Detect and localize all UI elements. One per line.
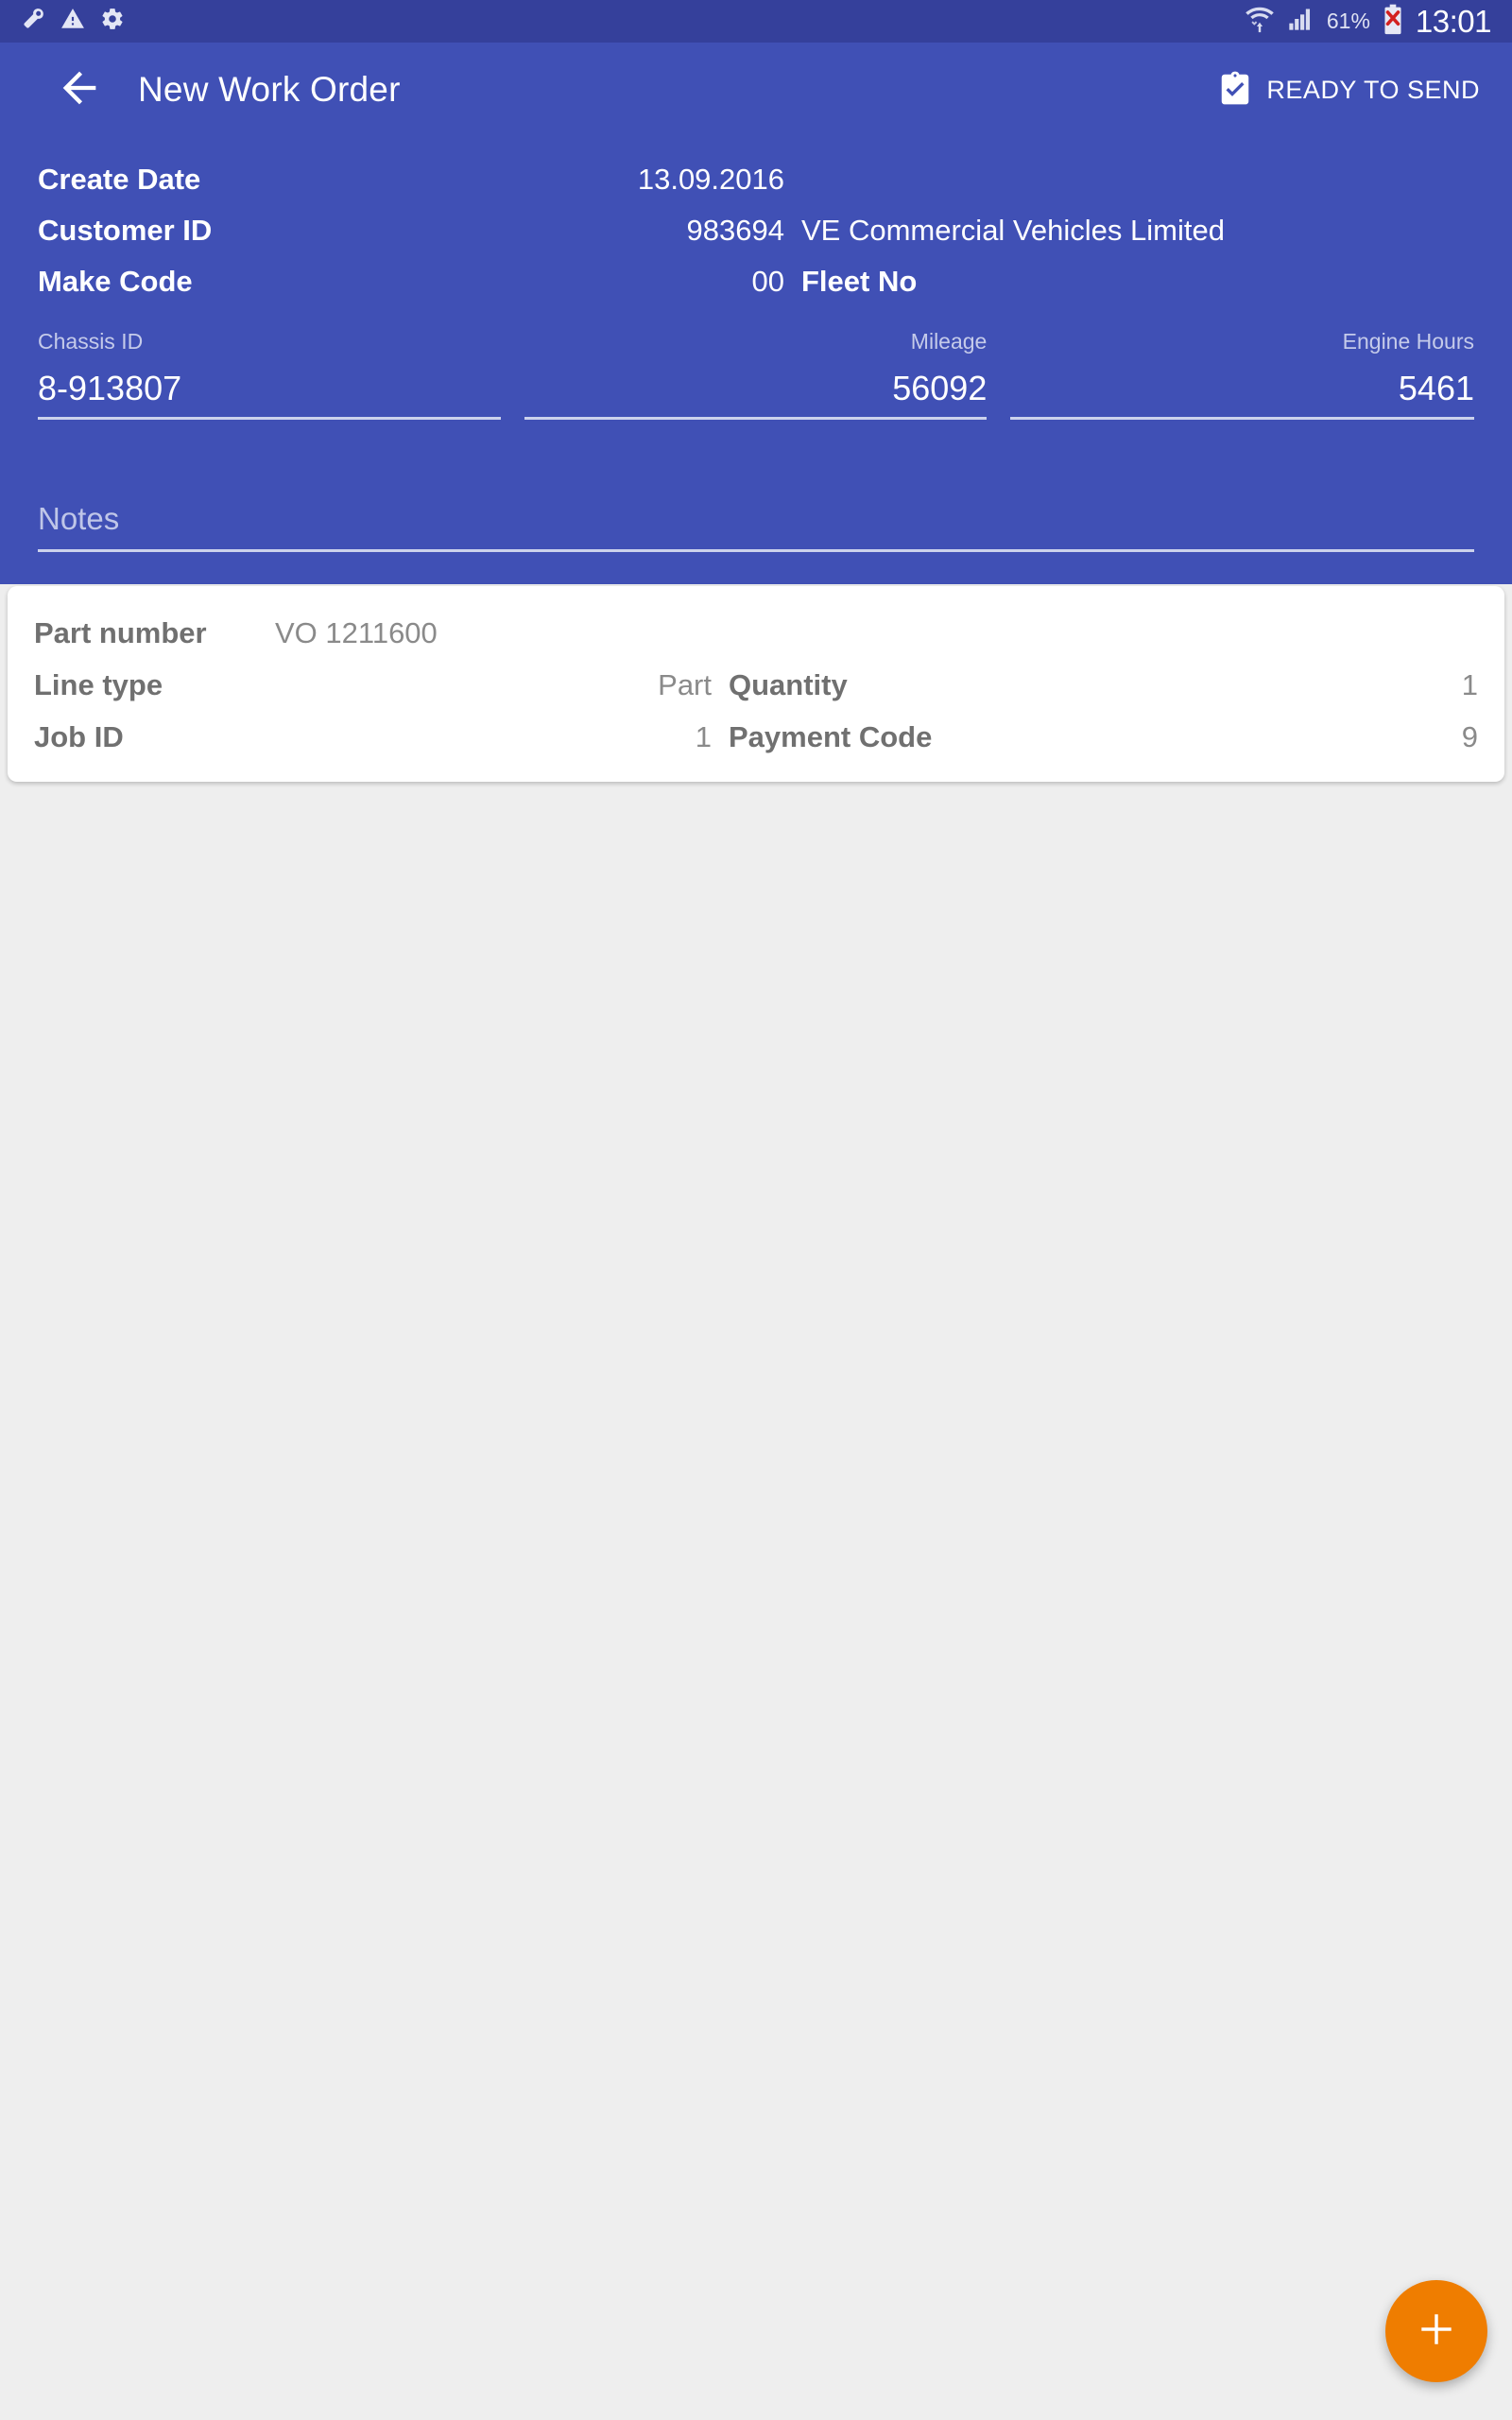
create-date-label: Create Date bbox=[38, 163, 201, 196]
header-info-row-create-date: Create Date 13.09.2016 bbox=[0, 154, 1512, 205]
job-id-value: 1 bbox=[695, 719, 712, 753]
job-id-label: Job ID bbox=[34, 719, 124, 753]
chassis-id-input[interactable]: 8-913807 bbox=[38, 372, 501, 406]
battery-percent-label: 61% bbox=[1326, 9, 1370, 33]
app-bar: New Work Order READY TO SEND bbox=[0, 43, 1512, 137]
card-row-part-number: Part number VO 1211600 bbox=[34, 607, 1478, 659]
card-row-line-type: Line type Part Quantity 1 bbox=[34, 659, 1478, 711]
customer-name-value: VE Commercial Vehicles Limited bbox=[801, 214, 1225, 247]
card-row-job-id: Job ID 1 Payment Code 9 bbox=[34, 711, 1478, 763]
engine-hours-label: Engine Hours bbox=[1342, 329, 1474, 354]
clipboard-check-icon bbox=[1217, 70, 1253, 111]
work-order-line-card[interactable]: Part number VO 1211600 Line type Part Qu… bbox=[8, 586, 1504, 782]
fleet-no-label: Fleet No bbox=[801, 265, 918, 298]
line-type-value: Part bbox=[658, 667, 712, 701]
wrench-icon bbox=[21, 7, 45, 36]
ready-to-send-button[interactable]: READY TO SEND bbox=[1217, 70, 1480, 111]
cellular-signal-icon bbox=[1287, 6, 1314, 37]
header-info-row-customer-id: Customer ID 983694 VE Commercial Vehicle… bbox=[0, 205, 1512, 256]
engine-hours-field[interactable]: Engine Hours 5461 bbox=[1010, 331, 1474, 420]
back-button[interactable] bbox=[34, 44, 125, 135]
clock-label: 13:01 bbox=[1415, 4, 1492, 39]
payment-code-value: 9 bbox=[1461, 719, 1478, 753]
mileage-input[interactable]: 56092 bbox=[524, 372, 987, 406]
work-order-header-panel: New Work Order READY TO SEND Create Date… bbox=[0, 43, 1512, 584]
page-title: New Work Order bbox=[138, 70, 401, 109]
status-bar: 61% 13:01 bbox=[0, 0, 1512, 43]
status-bar-left-icons bbox=[21, 7, 125, 36]
gear-icon bbox=[100, 7, 125, 36]
make-code-label: Make Code bbox=[38, 265, 193, 298]
line-type-label: Line type bbox=[34, 667, 163, 701]
quantity-label: Quantity bbox=[729, 667, 848, 701]
create-date-value: 13.09.2016 bbox=[637, 163, 784, 196]
wifi-icon bbox=[1246, 4, 1274, 39]
payment-code-label: Payment Code bbox=[729, 719, 933, 753]
warning-triangle-icon bbox=[60, 7, 85, 36]
chassis-id-label: Chassis ID bbox=[38, 329, 144, 354]
make-code-value: 00 bbox=[751, 265, 784, 298]
ready-to-send-label: READY TO SEND bbox=[1266, 75, 1480, 104]
chassis-id-field[interactable]: Chassis ID 8-913807 bbox=[38, 331, 501, 420]
add-line-fab[interactable] bbox=[1385, 2280, 1487, 2382]
plus-icon bbox=[1415, 2308, 1458, 2356]
part-number-value: VO 1211600 bbox=[275, 615, 438, 649]
quantity-value: 1 bbox=[1461, 667, 1478, 701]
customer-id-value: 983694 bbox=[686, 214, 784, 247]
back-arrow-icon bbox=[55, 63, 104, 117]
mileage-label: Mileage bbox=[910, 329, 988, 354]
header-info-row-make-code: Make Code 00 Fleet No bbox=[0, 256, 1512, 307]
vehicle-fields-row: Chassis ID 8-913807 Mileage 56092 Engine… bbox=[0, 331, 1512, 420]
header-info-list: Create Date 13.09.2016 Customer ID 98369… bbox=[0, 154, 1512, 307]
customer-id-label: Customer ID bbox=[38, 214, 213, 247]
status-bar-right: 61% 13:01 bbox=[1246, 4, 1492, 40]
part-number-label: Part number bbox=[34, 615, 207, 649]
notes-placeholder: Notes bbox=[38, 501, 120, 536]
notes-field[interactable]: Notes bbox=[38, 503, 1474, 552]
battery-error-icon bbox=[1383, 4, 1402, 40]
engine-hours-input[interactable]: 5461 bbox=[1010, 372, 1474, 406]
mileage-field[interactable]: Mileage 56092 bbox=[524, 331, 988, 420]
